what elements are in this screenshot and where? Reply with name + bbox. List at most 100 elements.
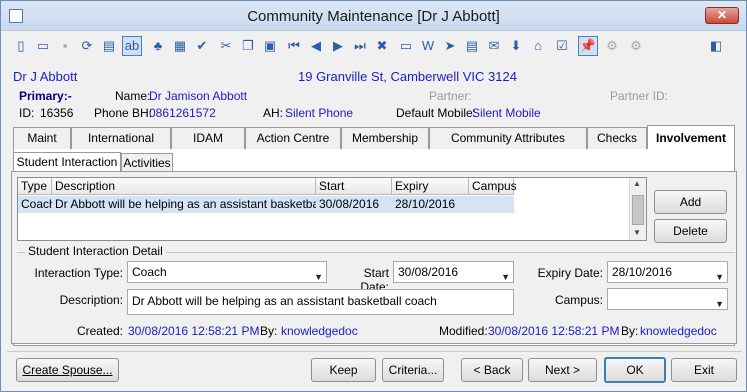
tree-icon[interactable]: ♣ xyxy=(148,36,168,56)
expiry-date-label: Expiry Date: xyxy=(537,266,603,280)
next-record-icon[interactable]: ▶ xyxy=(328,36,348,56)
start-date-picker[interactable]: 30/08/2016 ▼ xyxy=(393,261,514,283)
grid-scrollbar[interactable]: ▲ ▼ xyxy=(629,178,646,240)
card-icon[interactable]: ▭ xyxy=(396,36,416,56)
interaction-type-value: Coach xyxy=(132,265,167,279)
phone-bh-value: 0861261572 xyxy=(149,106,216,120)
gears-icon[interactable]: ⚙ xyxy=(602,36,622,56)
window-title: Community Maintenance [Dr J Abbott] xyxy=(247,8,500,25)
default-mobile-label: Default Mobile: xyxy=(396,106,477,120)
new-icon[interactable]: ▯ xyxy=(11,36,31,56)
print-icon[interactable]: ▤ xyxy=(99,36,119,56)
calculator-icon[interactable]: ▦ xyxy=(170,36,190,56)
delete-button[interactable]: Delete xyxy=(654,219,727,243)
modified-value: 30/08/2016 12:58:21 PM xyxy=(488,324,620,338)
create-spouse-label: Create Spouse... xyxy=(22,363,113,377)
column-header-campus[interactable]: Campus xyxy=(469,178,517,195)
tab-action-centre[interactable]: Action Centre xyxy=(245,127,341,149)
modified-label: Modified: xyxy=(439,324,488,338)
last-record-icon[interactable]: ⏭ xyxy=(350,36,370,56)
next-button[interactable]: Next > xyxy=(528,358,597,382)
open-folder-icon[interactable]: ▭ xyxy=(33,36,53,56)
community-maintenance-window: Community Maintenance [Dr J Abbott] ✕ ▯ ▭… xyxy=(0,0,747,392)
id-label: ID: xyxy=(19,106,35,120)
subtab-student-interaction[interactable]: Student Interaction xyxy=(13,152,121,172)
tab-maint[interactable]: Maint xyxy=(13,127,71,149)
start-date-value: 30/08/2016 xyxy=(398,265,459,279)
paste-icon[interactable]: ▣ xyxy=(260,36,280,56)
chevron-down-icon[interactable]: ▼ xyxy=(715,267,724,287)
main-tab-strip: Maint International IDAM Action Centre M… xyxy=(13,125,735,150)
cut-icon[interactable]: ✂ xyxy=(216,36,236,56)
column-header-type[interactable]: Type xyxy=(18,178,52,195)
back-button[interactable]: < Back xyxy=(461,358,523,382)
tab-involvement[interactable]: Involvement xyxy=(647,125,735,150)
keep-button[interactable]: Keep xyxy=(311,358,376,382)
create-spouse-button[interactable]: Create Spouse... xyxy=(16,358,119,382)
chevron-down-icon[interactable]: ▼ xyxy=(715,294,724,314)
tag-icon[interactable]: ⌂ xyxy=(528,36,548,56)
campus-select[interactable]: ▼ xyxy=(607,288,728,310)
expiry-date-picker[interactable]: 28/10/2016 ▼ xyxy=(607,261,728,283)
subtab-activities[interactable]: Activities xyxy=(121,153,173,173)
cell-campus xyxy=(469,196,514,213)
partner-label: Partner: xyxy=(429,89,472,103)
id-value: 16356 xyxy=(40,106,74,120)
pin-icon[interactable]: 📌 xyxy=(578,36,598,56)
previous-record-icon[interactable]: ◀ xyxy=(306,36,326,56)
created-label: Created: xyxy=(76,324,123,338)
detail-group-title: Student Interaction Detail xyxy=(25,244,166,258)
copy-icon[interactable]: ❐ xyxy=(238,36,258,56)
tab-idam[interactable]: IDAM xyxy=(171,127,245,149)
interaction-type-label: Interaction Type: xyxy=(34,266,124,280)
word-icon[interactable]: W xyxy=(418,36,438,56)
tab-checks[interactable]: Checks xyxy=(587,127,647,149)
ah-label: AH: xyxy=(263,106,284,120)
expiry-date-value: 28/10/2016 xyxy=(612,265,673,279)
footer-divider xyxy=(7,351,742,352)
exit-button[interactable]: Exit xyxy=(671,358,737,382)
refresh-icon[interactable]: ⟳ xyxy=(77,36,97,56)
tab-membership[interactable]: Membership xyxy=(341,127,429,149)
clipboard-icon[interactable]: ▤ xyxy=(462,36,482,56)
first-record-icon[interactable]: ⏮ xyxy=(284,36,304,56)
fullname-value: Dr Jamison Abbott xyxy=(149,89,248,103)
interaction-grid[interactable]: Type Description Start Expiry Campus Coa… xyxy=(17,177,647,241)
save-icon[interactable]: ▪ xyxy=(55,36,75,56)
text-field-icon[interactable]: ab xyxy=(122,36,142,56)
campus-label: Campus: xyxy=(554,293,603,307)
phone-bh-label: Phone BH: xyxy=(94,106,153,120)
column-header-description[interactable]: Description xyxy=(52,178,316,195)
send-icon[interactable]: ➤ xyxy=(440,36,460,56)
primary-label: Primary:- xyxy=(19,89,72,103)
mail-icon[interactable]: ✉ xyxy=(484,36,504,56)
created-by-label: By: xyxy=(260,324,278,338)
column-header-start[interactable]: Start xyxy=(316,178,392,195)
chevron-down-icon[interactable]: ▼ xyxy=(314,267,323,287)
tab-international[interactable]: International xyxy=(71,127,171,149)
scroll-up-icon[interactable]: ▲ xyxy=(633,179,641,188)
contact-short-name: Dr J Abbott xyxy=(13,69,78,84)
description-label: Description: xyxy=(59,293,123,307)
tab-community-attributes[interactable]: Community Attributes xyxy=(429,127,587,149)
column-header-expiry[interactable]: Expiry xyxy=(392,178,469,195)
description-field[interactable]: Dr Abbott will be helping as an assistan… xyxy=(127,289,514,315)
download-icon[interactable]: ⬇ xyxy=(506,36,526,56)
delete-icon[interactable]: ✖ xyxy=(372,36,392,56)
created-by-value: knowledgedoc xyxy=(281,324,358,338)
scroll-down-icon[interactable]: ▼ xyxy=(633,228,641,237)
criteria-button[interactable]: Criteria... xyxy=(382,358,444,382)
cell-description: Dr Abbott will be helping as an assistan… xyxy=(52,196,316,213)
gears-alt-icon[interactable]: ⚙ xyxy=(626,36,646,56)
scroll-thumb[interactable] xyxy=(632,195,644,225)
contact-address: 19 Granville St, Camberwell VIC 3124 xyxy=(298,69,517,84)
interaction-type-select[interactable]: Coach ▼ xyxy=(127,261,327,283)
checklist-icon[interactable]: ☑ xyxy=(552,36,572,56)
exit-panel-icon[interactable]: ◧ xyxy=(706,36,726,56)
add-button[interactable]: Add xyxy=(654,190,727,214)
spellcheck-icon[interactable]: ✔ xyxy=(192,36,212,56)
chevron-down-icon[interactable]: ▼ xyxy=(501,267,510,287)
ok-button[interactable]: OK xyxy=(604,357,666,383)
title-bar[interactable]: Community Maintenance [Dr J Abbott] ✕ xyxy=(1,1,746,31)
close-button[interactable]: ✕ xyxy=(705,7,739,24)
